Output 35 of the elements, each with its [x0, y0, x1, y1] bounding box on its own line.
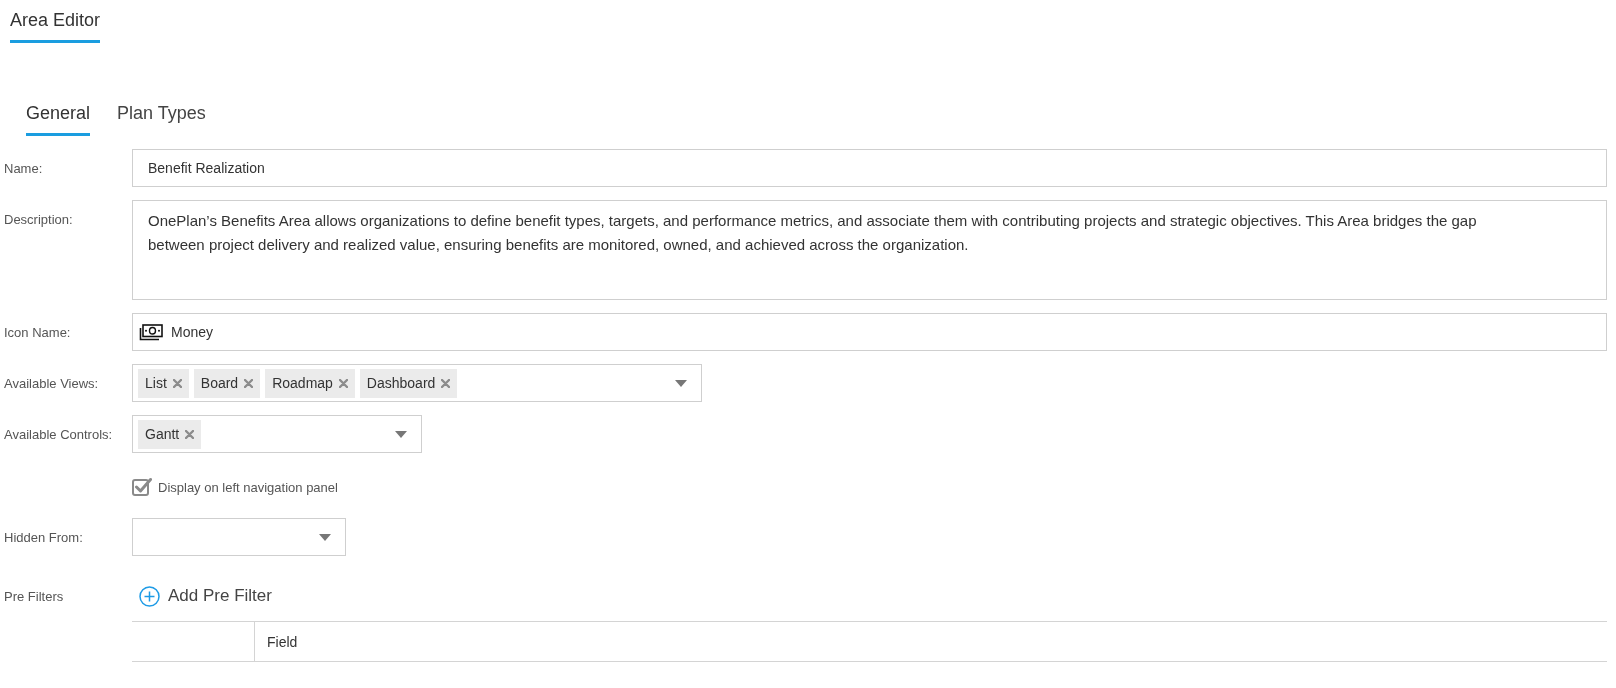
remove-icon[interactable]: [172, 378, 182, 388]
tab[interactable]: General: [26, 99, 91, 136]
field-label: Name:: [4, 160, 44, 176]
tag-label: Roadmap: [272, 375, 333, 391]
column-header: Field: [254, 622, 1607, 661]
dropdown-field[interactable]: [132, 518, 346, 556]
tag-label: Dashboard: [366, 375, 436, 391]
remove-icon[interactable]: [441, 378, 451, 388]
field-label: Available Controls:: [4, 426, 114, 442]
tag-label: Gantt: [145, 426, 180, 442]
textarea-field[interactable]: OnePlan’s Benefits Area allows organizations to define benefit types, targets, and performance metrics, and associate them with contributing projects and strategic objectives. This Area bridges the gap between project delivery and realized value, ensuring benefits are monitored, owned, and achieved across the organization.: [132, 200, 1607, 300]
tag-label: List: [145, 375, 167, 391]
remove-icon[interactable]: [185, 429, 195, 439]
tab[interactable]: Plan Types: [117, 99, 206, 136]
field-label: Icon Name:: [4, 324, 72, 340]
caret-icon[interactable]: [319, 533, 331, 541]
checkbox-label: Display on left navigation panel: [158, 479, 338, 495]
multiselect-field[interactable]: List Board Roadmap Dashboard: [132, 364, 702, 402]
add-circle-icon: [139, 585, 160, 607]
tag-label: Board: [200, 375, 239, 391]
field-label: Description:: [4, 211, 74, 227]
remove-icon[interactable]: [338, 378, 348, 388]
field-label: Hidden From:: [4, 529, 84, 545]
money-icon: [139, 323, 163, 341]
remove-icon[interactable]: [244, 378, 254, 388]
page-tab[interactable]: Area Editor: [10, 6, 101, 43]
field-label: Available Views:: [4, 375, 100, 391]
field-label: Pre Filters: [4, 588, 65, 604]
icon-field[interactable]: Money: [132, 313, 1607, 351]
multiselect-field[interactable]: Gantt: [132, 415, 422, 453]
text-field[interactable]: Benefit Realization: [132, 149, 1607, 187]
caret-icon[interactable]: [395, 430, 407, 438]
checkbox[interactable]: [132, 477, 152, 497]
caret-icon[interactable]: [675, 379, 687, 387]
add-pre-filter-button[interactable]: Add Pre Filter: [132, 581, 272, 611]
